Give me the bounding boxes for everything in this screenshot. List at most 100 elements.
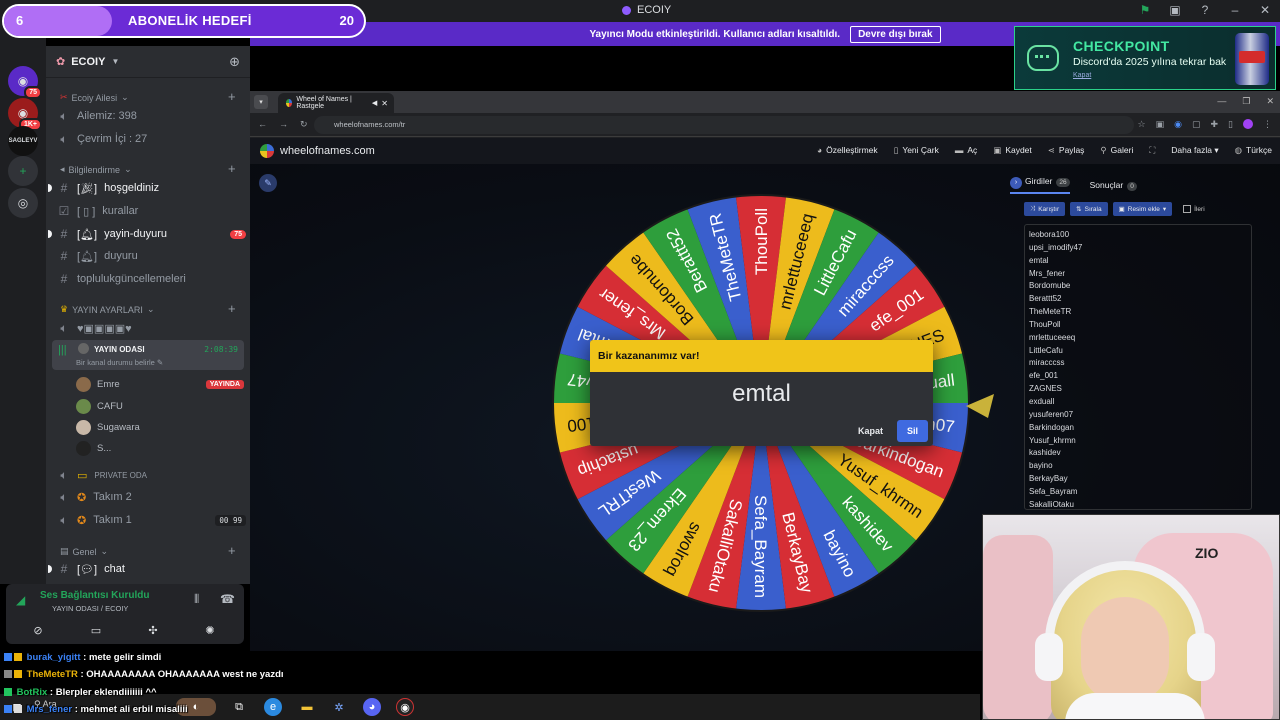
menu-share[interactable]: ⋖ Paylaş [1048,145,1085,156]
channel-hidden-name[interactable]: 🔈︎ ♥▣▣▣▣♥ [58,318,246,338]
promo-close-link[interactable]: Kapat [1073,72,1091,79]
url-field[interactable]: wheelofnames.com/tr [314,116,1134,134]
entries-textarea[interactable]: leobora100 upsi_imodify47 emtal Mrs_fener Bo… [1024,224,1252,510]
server-avatar[interactable]: ◉ 75 [8,66,42,99]
menu-icon[interactable]: ⋮ [1263,119,1272,130]
add-image-button[interactable]: ▣ Resim ekle ▾ [1112,202,1173,216]
server-avatar[interactable]: SAGLEYV [8,126,38,156]
shuffle-button[interactable]: ⤨ Karıştır [1024,202,1066,216]
chat-username: burak_yigitt [26,652,81,663]
menu-new[interactable]: ▯ Yeni Çark [894,145,939,156]
channel-ailemiz[interactable]: 🔈︎ Ailemiz: 398 [58,106,246,126]
help-icon[interactable]: ? [1198,3,1212,17]
tab-search-icon[interactable]: ▾ [254,95,268,109]
entries-toolbar: ⤨ Karıştır ⇅ Sırala ▣ Resim ekle ▾ İleri [1024,202,1205,216]
channel-label: hoşgeldiniz [104,182,160,194]
minimize-icon[interactable]: – [1228,3,1242,17]
forward-icon[interactable]: → [279,119,288,130]
entry-line: ZAGNES [1029,384,1062,394]
entry-line: bayino [1029,461,1053,471]
disconnect-icon[interactable]: ☎ [220,592,235,606]
channel-toplulukguncellemeleri[interactable]: # toplulukgüncellemeleri [58,269,246,289]
back-icon[interactable]: ← [258,119,267,130]
puzzle-icon[interactable]: ✚ [1211,119,1219,130]
channel-kurallar[interactable]: ☑ [ ▯ ] kurallar [58,201,246,221]
menu-open[interactable]: ▬ Aç [955,145,977,156]
menu-customize[interactable]: ◕ Özelleştirmek [817,145,878,156]
edit-pencil-icon[interactable]: ✎ [259,174,277,192]
menu-save[interactable]: ▣ Kaydet [993,145,1032,156]
add-channel-icon[interactable]: + [228,161,236,176]
voice-user-name: Sugawara [97,421,140,433]
advanced-checkbox[interactable]: İleri [1183,202,1205,216]
reload-icon[interactable]: ↻ [300,119,308,130]
tab-entries[interactable]: › Girdiler 26 [1010,176,1070,194]
app-title: ECOIY [622,4,671,16]
channel-private-oda[interactable]: 🔈︎ ▭ PRIVATE ODA [58,465,246,485]
category-genel[interactable]: ▤ Genel ⌄ + [60,543,236,558]
channel-hosgeldiniz[interactable]: # [🎉︎] hoşgeldiniz [48,178,246,198]
channel-chat[interactable]: # [💬︎] chat [48,559,246,579]
tab-strip: ▾ Wheel of Names | Rastgele ◀︎ ✕ — ❐ ✕ [250,91,1280,113]
close-icon[interactable]: ✕ [1266,96,1274,107]
close-button[interactable]: Kapat [854,421,887,441]
menu-gallery[interactable]: ⚲ Galeri [1100,145,1133,156]
extension-icon[interactable]: ▣ [1156,119,1165,130]
tab-close-icon[interactable]: ✕ [381,99,388,108]
category-yayin-ayarlari[interactable]: ♛ YAYIN AYARLARI ⌄ + [60,301,236,316]
add-channel-icon[interactable]: + [228,89,236,104]
channel-cevrimici[interactable]: 🔈︎ Çevrim İçi : 27 [58,129,246,149]
channel-yayin-duyuru[interactable]: # [🔔︎] yayin-duyuru 75 [48,224,246,244]
maximize-icon[interactable]: ❐ [1242,96,1250,107]
minimize-icon[interactable]: — [1217,96,1226,107]
fullscreen-icon[interactable]: ⛶ [1149,145,1155,156]
soundboard-button[interactable]: ✺ [188,621,232,639]
menu-more[interactable]: Daha fazla ▾ [1171,145,1218,156]
server-avatar[interactable]: ◉ 1K+ [8,98,42,131]
voice-channel-path[interactable]: YAYIN ODASI / ECOIY [52,604,128,613]
nav-buttons: ← → ↻ [258,119,308,130]
voice-status[interactable]: Ses Bağlantısı Kuruldu [40,590,149,601]
remove-button[interactable]: Sil [896,420,928,442]
camera-off-button[interactable]: ⊘ [16,621,60,639]
category-ecoiy-ailesi[interactable]: ✂ Ecoiy Ailesi ⌄ + [60,89,236,104]
audio-icon[interactable]: ◀︎ [372,99,377,107]
close-icon[interactable]: ✕ [1258,3,1272,17]
category-bilgilendirme[interactable]: ◂ Bilgilendirme ⌄ + [60,161,236,176]
channel-takim-2[interactable]: 🔈︎ ✪ Takım 2 [58,487,246,507]
browser-tab[interactable]: Wheel of Names | Rastgele ◀︎ ✕ [278,93,394,113]
voice-user[interactable]: Emre YAYINDA [76,375,244,393]
channel-status-hint[interactable]: Bir kanal durumu belirle ✎ [76,358,163,367]
invite-people-icon[interactable]: ⊕ [229,54,240,70]
hash-icon: # [60,181,68,195]
profile-avatar[interactable] [1243,119,1253,129]
voice-user[interactable]: S... [76,439,244,457]
channel-yayin-odasi[interactable]: ||| YAYIN ODASI Bir kanal durumu belirle… [52,340,244,370]
noise-suppression-icon[interactable]: ⦀ [194,592,199,607]
add-channel-icon[interactable]: + [228,543,236,558]
add-channel-icon[interactable]: + [228,301,236,316]
bookmark-star-icon[interactable]: ☆ [1138,119,1146,130]
screen-share-button[interactable]: ▭ [74,621,118,639]
flag-icon[interactable]: ⚑ [1138,3,1152,17]
disable-streamer-mode-button[interactable]: Devre dışı bırak [850,25,941,43]
channel-takim-1[interactable]: 🔈︎ ✪ Takım 1 00 99 [58,510,246,530]
add-server-icon[interactable]: + [8,156,38,186]
inbox-icon[interactable]: ▣ [1168,3,1182,17]
activities-button[interactable]: ✣ [131,621,175,639]
voice-user[interactable]: CAFU [76,397,244,415]
entry-line: exduall [1029,396,1055,406]
checkpoint-promo[interactable]: CHECKPOINT Discord'da 2025 yılına tekrar… [1014,26,1276,90]
sort-button[interactable]: ⇅ Sırala [1070,202,1108,216]
discover-icon[interactable]: ◎ [8,188,38,218]
voice-user[interactable]: Sugawara [76,418,244,436]
menu-language[interactable]: ◍ Türkçe [1235,145,1272,156]
goal-current: 6 [16,13,24,28]
extension-icon[interactable]: ▢ [1192,119,1201,130]
site-brand[interactable]: wheelofnames.com [260,144,375,158]
sidebar-icon[interactable]: ▯ [1228,119,1233,130]
server-header[interactable]: ✿ ECOIY ▼ ⊕ [46,46,250,78]
extension-icon[interactable]: ◉ [1174,119,1182,130]
channel-duyuru[interactable]: # [🔔︎] duyuru [58,246,246,266]
tab-results[interactable]: Sonuçlar 0 [1090,180,1137,191]
